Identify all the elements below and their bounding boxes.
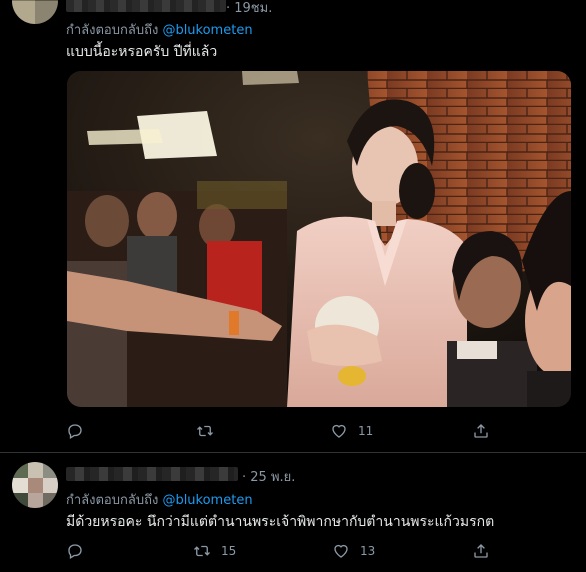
tweet-1[interactable]: · 19ชม. กำลังตอบกลับถึง @blukometen แบบน… (0, 0, 586, 452)
like-icon (332, 424, 346, 438)
tweet-photo[interactable] (67, 71, 571, 407)
tweet-actions: 11 (66, 421, 506, 441)
share-button[interactable] (472, 541, 490, 561)
share-icon (474, 424, 488, 438)
retweet-icon (194, 545, 210, 557)
reply-icon (68, 424, 82, 439)
retweet-button[interactable]: 15 (193, 541, 236, 561)
tweet-time[interactable]: · 19ชม. (226, 0, 272, 18)
like-button[interactable]: 13 (332, 541, 375, 561)
retweet-count: 15 (221, 544, 237, 558)
reply-handle-link[interactable]: @blukometen (162, 493, 252, 508)
tweet-text: มีด้วยหรอคะ นึกว่ามีแต่ตำนานพระเจ้าพิพาก… (66, 514, 495, 530)
tweet-time[interactable]: · 25 พ.ย. (242, 466, 295, 487)
retweet-button[interactable] (196, 421, 224, 441)
like-count: 13 (360, 544, 376, 558)
share-button[interactable] (472, 421, 490, 441)
photo-image (67, 71, 571, 407)
share-icon (474, 544, 488, 558)
reply-icon (68, 544, 82, 559)
like-button[interactable]: 11 (330, 421, 373, 441)
tweet-text: แบบนี้อะหรอครับ ปีที่แล้ว (66, 44, 218, 60)
like-icon (334, 544, 348, 558)
display-name[interactable] (66, 467, 238, 481)
retweet-icon (197, 425, 213, 437)
tweet-actions: 15 13 (66, 541, 506, 561)
reply-handle-link[interactable]: @blukometen (162, 23, 252, 38)
reply-context: กำลังตอบกลับถึง @blukometen (66, 489, 253, 510)
avatar[interactable] (12, 462, 58, 508)
reply-context: กำลังตอบกลับถึง @blukometen (66, 19, 253, 40)
tweet-2[interactable]: · 25 พ.ย. กำลังตอบกลับถึง @blukometen มี… (0, 453, 586, 572)
reply-button[interactable] (66, 421, 94, 441)
display-name[interactable] (66, 0, 226, 12)
avatar[interactable] (12, 0, 58, 24)
like-count: 11 (358, 424, 374, 438)
reply-button[interactable] (66, 541, 94, 561)
reply-prefix: กำลังตอบกลับถึง (66, 493, 159, 508)
reply-prefix: กำลังตอบกลับถึง (66, 23, 159, 38)
